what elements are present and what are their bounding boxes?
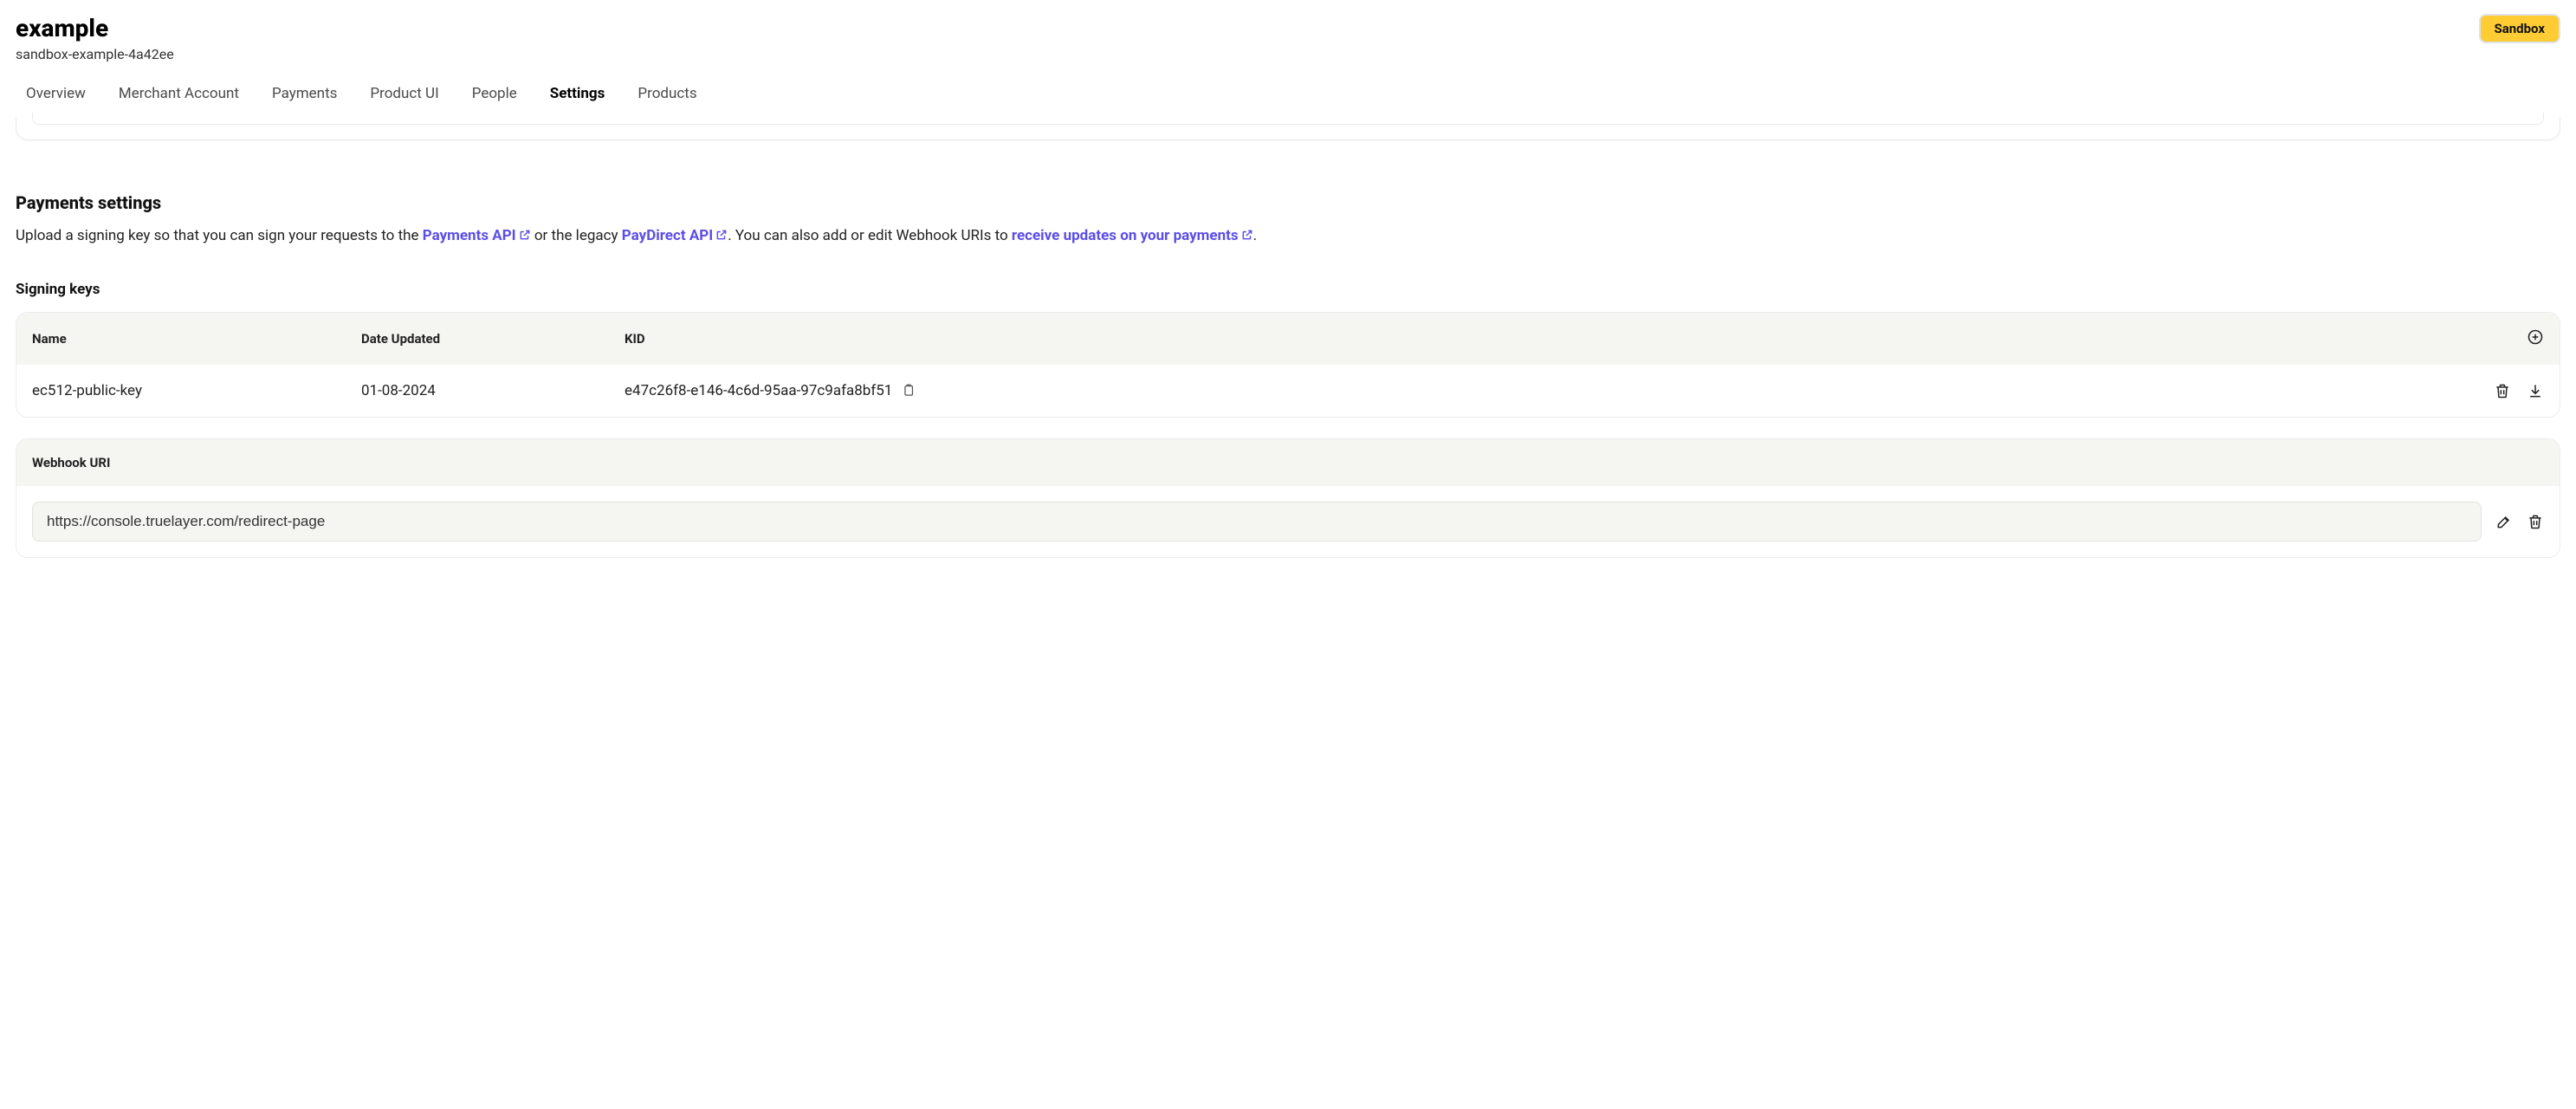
page-title: example [16,14,174,42]
add-key-button[interactable] [2527,328,2544,346]
previous-card-bottom [16,118,2560,140]
signing-keys-title: Signing keys [16,281,2560,298]
desc-text-2: or the legacy [531,227,622,244]
external-link-icon [715,229,728,241]
desc-text-1: Upload a signing key so that you can sig… [16,227,423,244]
download-key-button[interactable] [2527,382,2544,399]
desc-text-4: . [1253,227,1257,244]
key-kid: e47c26f8-e146-4c6d-95aa-97c9afa8bf51 [625,382,892,399]
payments-settings-section: Payments settings Upload a signing key s… [0,192,2576,558]
col-date-updated: Date Updated [361,331,625,347]
desc-text-3: . You can also add or edit Webhook URIs … [728,227,1012,244]
key-date-updated: 01-08-2024 [361,382,625,399]
edit-webhook-button[interactable] [2495,513,2513,530]
col-name: Name [32,331,361,347]
webhook-header: Webhook URI [16,439,2560,486]
copy-kid-button[interactable] [901,383,916,398]
add-key-cell [2492,328,2544,349]
key-name: ec512-public-key [32,382,361,399]
payments-settings-desc: Upload a signing key so that you can sig… [16,225,2560,248]
title-block: example sandbox-example-4a42ee [16,14,174,62]
receive-updates-link-text: receive updates on your payments [1012,227,1239,244]
payments-api-link[interactable]: Payments API [423,227,531,244]
signing-key-row: ec512-public-key 01-08-2024 e47c26f8-e14… [16,365,2560,417]
paydirect-api-link-text: PayDirect API [622,227,713,244]
paydirect-api-link[interactable]: PayDirect API [622,227,728,244]
external-link-icon [1241,229,1253,241]
col-kid: KID [625,331,2492,347]
previous-inner-bottom [32,113,2544,125]
receive-updates-link[interactable]: receive updates on your payments [1012,227,1253,244]
webhook-uri-input[interactable] [32,502,2482,542]
webhook-body [16,486,2560,557]
signing-keys-header: Name Date Updated KID [16,313,2560,365]
key-row-actions [2457,382,2544,399]
payments-settings-title: Payments settings [16,192,2560,213]
app-slug: sandbox-example-4a42ee [16,46,174,62]
external-link-icon [519,229,531,241]
sandbox-badge[interactable]: Sandbox [2479,14,2561,43]
signing-keys-card: Name Date Updated KID ec512-public-key 0… [16,312,2560,418]
key-kid-cell: e47c26f8-e146-4c6d-95aa-97c9afa8bf51 [625,382,2457,399]
webhook-card: Webhook URI [16,438,2560,558]
delete-webhook-button[interactable] [2527,513,2544,530]
tabs: Overview Merchant Account Payments Produ… [0,62,2576,118]
delete-key-button[interactable] [2494,382,2511,399]
header: example sandbox-example-4a42ee Sandbox [0,0,2576,62]
payments-api-link-text: Payments API [423,227,516,244]
